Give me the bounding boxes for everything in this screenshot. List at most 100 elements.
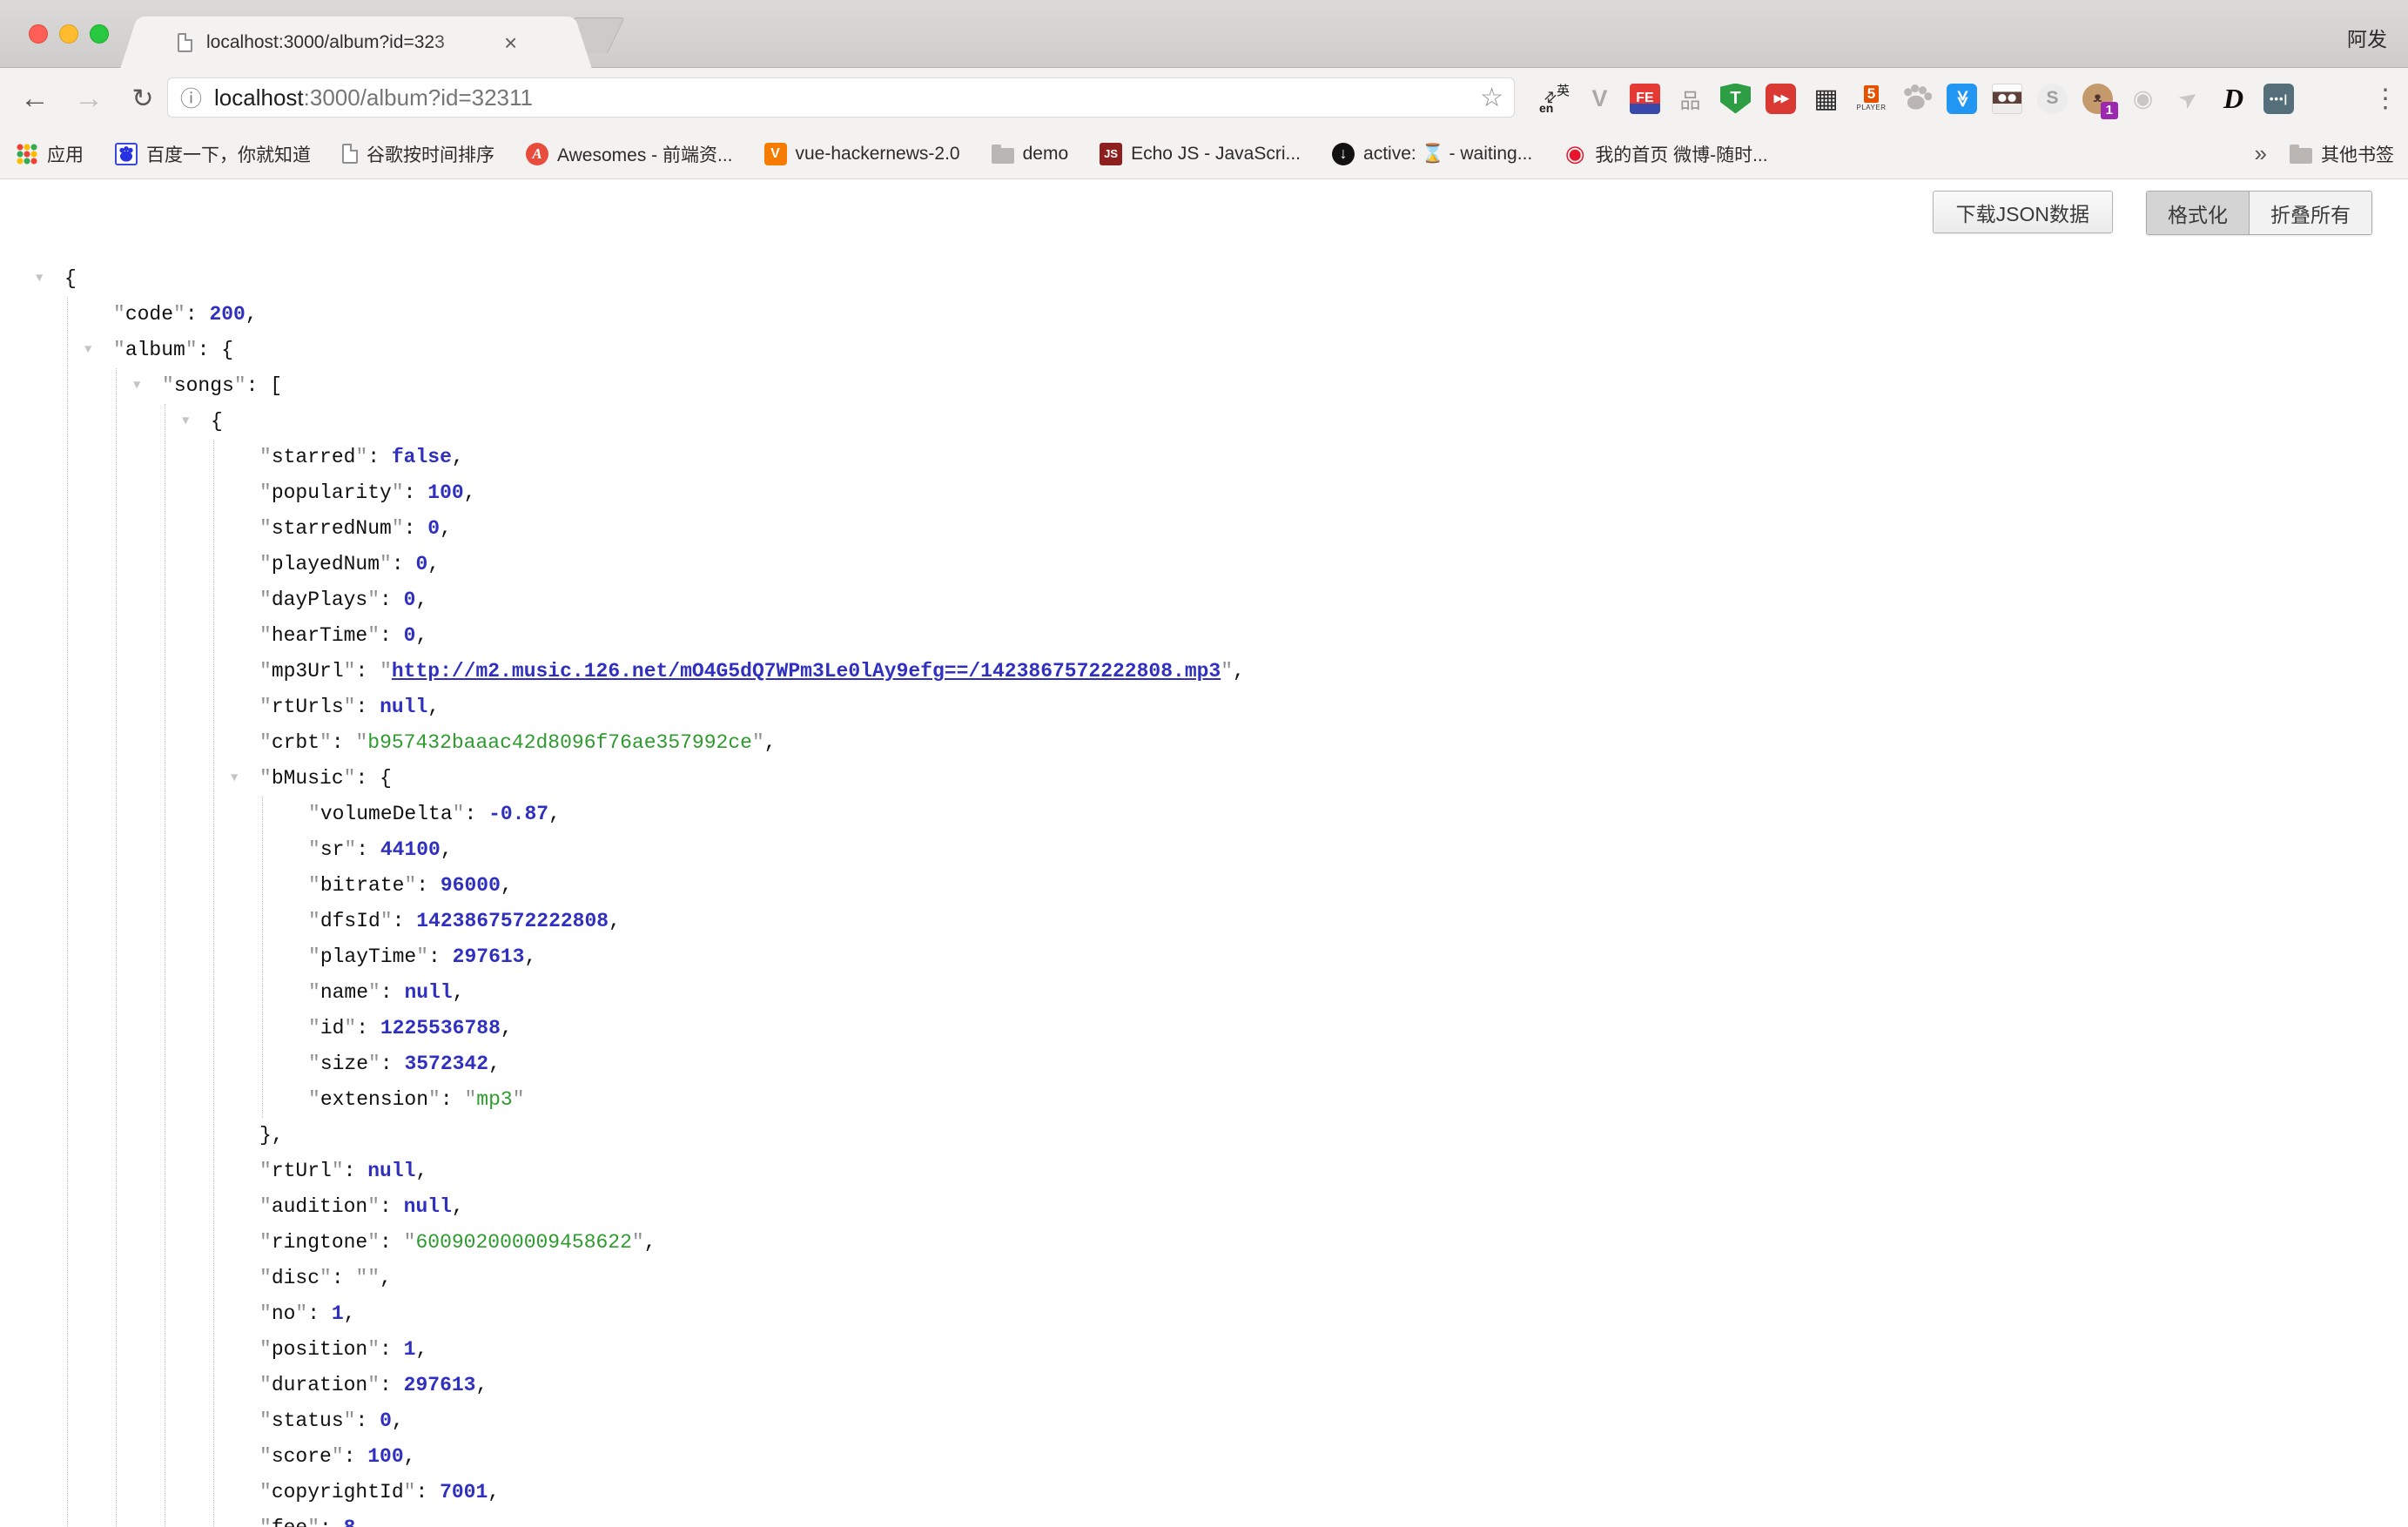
tamper-shield-extension-icon[interactable]: T xyxy=(1720,84,1751,114)
zoom-window-button[interactable] xyxy=(90,24,109,44)
minimize-window-button[interactable] xyxy=(59,24,78,44)
format-button[interactable]: 格式化 xyxy=(2147,192,2250,234)
bookmark-label: demo xyxy=(1023,144,1069,165)
json-line: "volumeDelta": -0.87, xyxy=(0,797,2408,832)
sitemap-extension-icon[interactable]: 品 xyxy=(1675,84,1705,114)
bookmark-label: Awesomes - 前端资... xyxy=(557,141,733,167)
bird-extension-icon[interactable]: ➤ xyxy=(2173,84,2203,114)
forward-button[interactable]: → xyxy=(70,68,108,129)
mask-extension-icon[interactable] xyxy=(1992,84,2022,114)
bookmark-item[interactable]: 百度一下，你就知道 xyxy=(115,141,311,167)
json-line: "fee": 8, xyxy=(0,1510,2408,1527)
json-value-string: 600902000009458622 xyxy=(415,1231,631,1254)
qrcode-extension-icon[interactable]: ▦ xyxy=(1811,84,1841,114)
weibo-eye-extension-icon[interactable]: ◉ xyxy=(2128,84,2158,114)
bookmark-item[interactable]: Vvue-hackernews-2.0 xyxy=(764,143,960,165)
doc-icon xyxy=(342,144,358,164)
json-key: volumeDelta xyxy=(320,803,453,825)
json-key: starredNum xyxy=(272,517,392,540)
json-key: fee xyxy=(272,1517,307,1527)
bookmark-item[interactable]: JSEcho JS - JavaScri... xyxy=(1100,143,1301,165)
url-text: localhost:3000/album?id=32311 xyxy=(214,84,533,111)
collapse-toggle-icon[interactable]: ▼ xyxy=(84,333,91,368)
forward-extension-icon[interactable]: ▶▶ xyxy=(1766,84,1796,114)
json-value-number: 1423867572222808 xyxy=(416,910,609,932)
json-key: bitrate xyxy=(320,874,405,897)
json-line: "mp3Url": "http://m2.music.126.net/mO4G5… xyxy=(0,654,2408,690)
bookmark-label: Echo JS - JavaScri... xyxy=(1131,144,1301,165)
indent-guide xyxy=(213,440,214,1527)
other-bookmarks-label: 其他书签 xyxy=(2321,141,2394,167)
json-line: "status": 0, xyxy=(0,1403,2408,1439)
json-line: "playTime": 297613, xyxy=(0,939,2408,975)
json-value-number: 0 xyxy=(404,624,416,647)
json-line: "starred": false, xyxy=(0,440,2408,475)
json-value-number: null xyxy=(404,981,452,1004)
lastpass-extension-icon[interactable]: •••| xyxy=(2263,84,2294,114)
vimium-extension-icon[interactable]: ≫ xyxy=(1947,84,1977,114)
close-window-button[interactable] xyxy=(29,24,48,44)
monkey-extension-icon[interactable]: ᴥ1 xyxy=(2082,84,2113,114)
html5-extension-icon[interactable]: 5PLAYER xyxy=(1856,84,1887,114)
download-json-button[interactable]: 下载JSON数据 xyxy=(1933,191,2113,233)
vue-extension-icon[interactable]: V xyxy=(1584,84,1615,114)
awesomes-icon: A xyxy=(526,143,548,165)
json-key: extension xyxy=(320,1088,428,1111)
json-line: "code": 200, xyxy=(0,297,2408,333)
json-value-number: 1 xyxy=(332,1302,344,1325)
darkreader-extension-icon[interactable]: D xyxy=(2218,84,2249,114)
bookmark-item[interactable]: demo xyxy=(992,144,1069,165)
tab-close-icon[interactable]: × xyxy=(504,31,517,54)
bookmarks-overflow-chevron[interactable]: » xyxy=(2255,140,2267,167)
json-key: rtUrl xyxy=(272,1160,332,1182)
bookmark-item[interactable]: 应用 xyxy=(16,141,84,167)
json-value-link[interactable]: http://m2.music.126.net/mO4G5dQ7WPm3Le0l… xyxy=(392,660,1221,683)
other-bookmarks-button[interactable]: 其他书签 xyxy=(2290,141,2394,167)
json-line: "position": 1, xyxy=(0,1332,2408,1368)
json-line: "rtUrl": null, xyxy=(0,1154,2408,1189)
vue-icon: V xyxy=(764,143,787,165)
baidu-icon xyxy=(115,143,138,165)
site-info-icon[interactable]: ⓘ xyxy=(180,82,202,113)
s-extension-icon[interactable]: S xyxy=(2037,84,2068,114)
json-line: "score": 100, xyxy=(0,1439,2408,1475)
json-line: "crbt": "b957432baaac42d8096f76ae357992c… xyxy=(0,725,2408,761)
json-key: status xyxy=(272,1409,344,1432)
bookmarks-right-cluster: » 其他书签 xyxy=(2255,140,2394,167)
bookmark-item[interactable]: 谷歌按时间排序 xyxy=(342,141,494,167)
paw-extension-icon[interactable] xyxy=(1901,84,1932,114)
json-key: id xyxy=(320,1017,345,1039)
indent-guide xyxy=(262,797,263,1118)
reload-button[interactable]: ↻ xyxy=(124,68,162,129)
collapse-toggle-icon[interactable]: ▼ xyxy=(231,761,238,797)
json-key: hearTime xyxy=(272,624,367,647)
json-key: duration xyxy=(272,1374,367,1396)
collapse-toggle-icon[interactable]: ▼ xyxy=(133,368,140,404)
bookmark-items: 应用 百度一下，你就知道 谷歌按时间排序 A Awesomes - 前端资... Vvue… xyxy=(16,141,1768,167)
collapse-toggle-icon[interactable]: ▼ xyxy=(36,261,43,297)
bookmark-item[interactable]: A Awesomes - 前端资... xyxy=(526,141,733,167)
collapse-toggle-icon[interactable]: ▼ xyxy=(182,404,189,440)
fe-extension-icon[interactable]: FE xyxy=(1630,84,1660,114)
browser-menu-icon[interactable]: ⋮ xyxy=(2370,68,2401,129)
translate-extension-icon[interactable]: 英en xyxy=(1539,84,1570,114)
back-button[interactable]: ← xyxy=(16,68,54,129)
profile-name[interactable]: 阿发 xyxy=(2347,23,2387,52)
bookmark-star-icon[interactable]: ☆ xyxy=(1480,83,1503,113)
json-value-number: null xyxy=(367,1160,415,1182)
json-key: album xyxy=(125,339,185,361)
bookmark-item[interactable]: ◉我的首页 微博-随时... xyxy=(1564,141,1767,167)
json-line: "duration": 297613, xyxy=(0,1368,2408,1403)
bookmark-item[interactable]: ↓active: ⌛ - waiting... xyxy=(1332,143,1532,165)
browser-tab[interactable]: localhost:3000/album?id=323 × xyxy=(143,17,569,68)
json-key: name xyxy=(320,981,368,1004)
folder-icon xyxy=(992,148,1014,164)
json-key: copyrightId xyxy=(272,1481,404,1503)
active-icon: ↓ xyxy=(1332,143,1355,165)
indent-guide xyxy=(116,368,117,1527)
json-line: "copyrightId": 7001, xyxy=(0,1475,2408,1510)
json-value-string: b957432baaac42d8096f76ae357992ce xyxy=(367,731,752,754)
address-bar[interactable]: ⓘ localhost:3000/album?id=32311 ☆ xyxy=(167,77,1515,118)
json-line: "dfsId": 1423867572222808, xyxy=(0,904,2408,939)
collapse-all-button[interactable]: 折叠所有 xyxy=(2250,192,2371,234)
